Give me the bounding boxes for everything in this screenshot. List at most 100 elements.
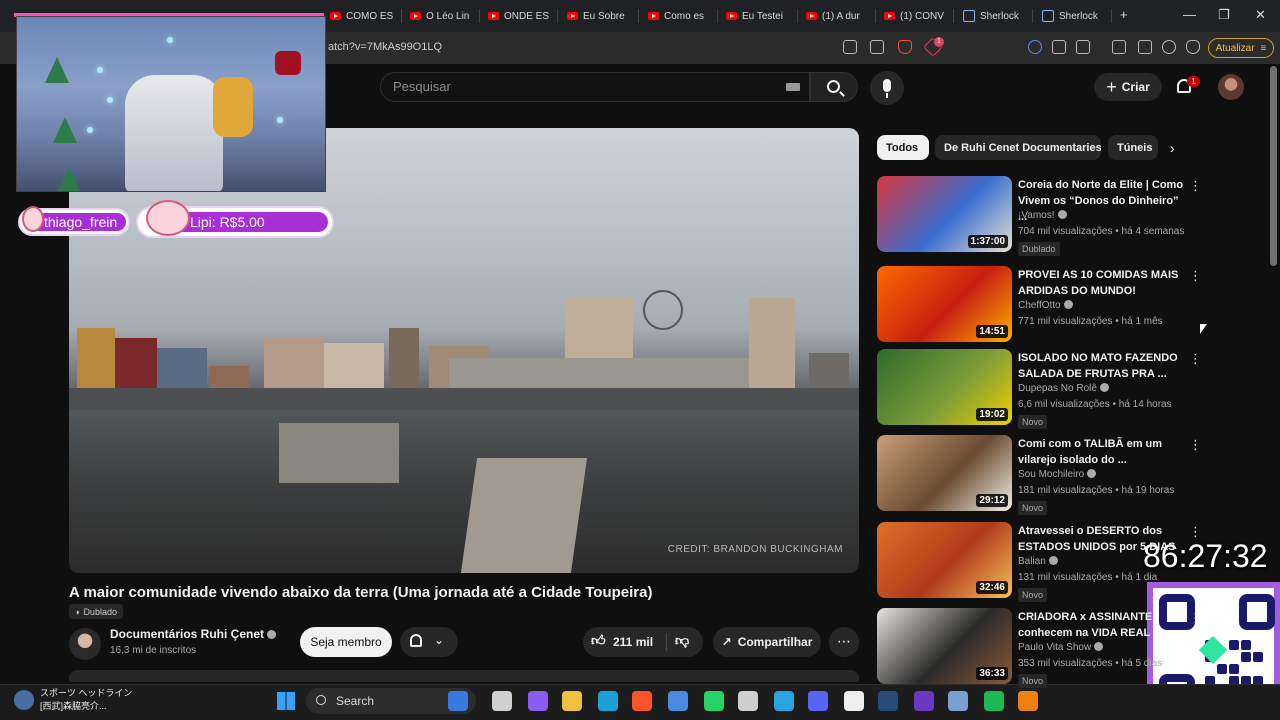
keyboard-icon[interactable] <box>786 83 800 91</box>
create-button[interactable]: + Criar <box>1094 73 1162 101</box>
task-view-icon[interactable] <box>492 691 512 711</box>
more-options-icon[interactable]: ⋮ <box>1189 524 1202 540</box>
video-thumbnail[interactable]: 32:46 <box>877 522 1012 598</box>
news-widget-icon[interactable] <box>14 690 34 710</box>
edge-icon[interactable] <box>598 691 618 711</box>
capcut-icon[interactable] <box>844 691 864 711</box>
recommendation-channel[interactable]: Paulo Vita Show <box>1018 642 1104 653</box>
recommendation-channel[interactable]: Sou Mochileiro <box>1018 469 1097 480</box>
account-avatar[interactable] <box>1218 74 1244 100</box>
recommendation-item[interactable]: 1:37:00 Coreia do Norte da Elite | Como V… <box>877 176 1202 256</box>
brave-icon[interactable] <box>632 691 652 711</box>
search-box[interactable]: Pesquisar <box>380 72 810 102</box>
like-icon[interactable]: 👍︎ <box>591 632 606 649</box>
join-button[interactable]: Seja membro <box>300 627 392 657</box>
video-thumbnail[interactable]: 29:12 <box>877 435 1012 511</box>
browser-tab[interactable]: COMO ES <box>330 6 402 26</box>
browser-tab[interactable]: (1) CONV <box>884 6 954 26</box>
video-player[interactable]: CREDIT: BRANDON BUCKINGHAM <box>69 128 859 573</box>
subscribed-bell-button[interactable]: ⌄ <box>400 627 458 657</box>
video-thumbnail[interactable]: 1:37:00 <box>877 176 1012 252</box>
more-options-icon[interactable]: ⋮ <box>1189 178 1202 194</box>
browser-tab[interactable]: Eu Testei <box>726 6 798 26</box>
share-button[interactable]: ↗ Compartilhar <box>713 627 821 657</box>
recommendation-channel[interactable]: Dupepas No Rolê <box>1018 383 1109 394</box>
recommendation-item[interactable]: 14:51 PROVEI AS 10 COMIDAS MAIS ARDIDAS D… <box>877 266 1202 344</box>
file-explorer-icon[interactable] <box>448 691 468 711</box>
browser-tab[interactable]: (1) A dur <box>806 6 876 26</box>
windows-start-icon[interactable] <box>277 692 295 710</box>
copilot-icon[interactable] <box>528 691 548 711</box>
sidebar-icon[interactable] <box>1112 40 1126 54</box>
url-text[interactable]: atch?v=7MkAs99O1LQ <box>328 41 442 53</box>
leo-ai-icon[interactable] <box>1162 40 1176 54</box>
brave-shields-icon[interactable] <box>898 40 912 54</box>
vlc-icon[interactable] <box>1018 691 1038 711</box>
extensions-icon[interactable] <box>1052 40 1066 54</box>
whatsapp-icon[interactable] <box>704 691 724 711</box>
browser-tab[interactable]: Eu Sobre <box>567 6 639 26</box>
recommendation-title[interactable]: CRIADORA x ASSINANTE: conhecem na VIDA R… <box>1018 609 1188 641</box>
cast-icon[interactable] <box>843 40 857 54</box>
recommendation-channel[interactable]: Balian <box>1018 556 1058 567</box>
recommendation-item[interactable]: 19:02 ISOLADO NO MATO FAZENDO SALADA DE F… <box>877 349 1202 429</box>
recommendation-title[interactable]: Comi com o TALIBÃ em um vilarejo isolado… <box>1018 436 1188 468</box>
description-box[interactable] <box>69 670 859 682</box>
more-options-icon[interactable]: ⋮ <box>1189 351 1202 367</box>
recommendation-title[interactable]: PROVEI AS 10 COMIDAS MAIS ARDIDAS DO MUN… <box>1018 267 1188 299</box>
page-scrollbar[interactable] <box>1270 66 1277 266</box>
video-thumbnail[interactable]: 14:51 <box>877 266 1012 342</box>
recommendation-item[interactable]: 36:33 CRIADORA x ASSINANTE: conhecem na V… <box>877 608 1202 688</box>
chip-all[interactable]: Todos <box>877 135 929 160</box>
translate-icon[interactable] <box>1028 40 1042 54</box>
video-thumbnail[interactable]: 19:02 <box>877 349 1012 425</box>
channel-avatar[interactable] <box>69 628 101 660</box>
screenshot-icon[interactable] <box>1076 40 1090 54</box>
spotify-icon[interactable] <box>984 691 1004 711</box>
more-options-icon[interactable]: ⋮ <box>1189 437 1202 453</box>
channel-name[interactable]: Documentários Ruhi Çenet <box>110 627 277 641</box>
new-tab-button[interactable]: + <box>1120 7 1128 22</box>
like-count[interactable]: 211 mil <box>613 635 653 649</box>
more-options-icon[interactable]: ⋮ <box>1189 610 1202 626</box>
obs-icon[interactable] <box>914 691 934 711</box>
search-button[interactable] <box>810 72 858 102</box>
browser-tab[interactable]: O Léo Lin <box>410 6 480 26</box>
share-page-icon[interactable] <box>870 40 884 54</box>
chatgpt-icon[interactable] <box>738 691 758 711</box>
close-window-button[interactable]: ✕ <box>1255 7 1266 23</box>
telegram-icon[interactable] <box>774 691 794 711</box>
store-icon[interactable] <box>668 691 688 711</box>
steam-icon[interactable] <box>878 691 898 711</box>
chevron-right-icon[interactable]: › <box>1170 140 1175 156</box>
video-thumbnail[interactable]: 36:33 <box>877 608 1012 684</box>
wallet-icon[interactable] <box>1138 40 1152 54</box>
voice-search-button[interactable] <box>870 71 904 105</box>
browser-tab[interactable]: Sherlock <box>1042 6 1112 26</box>
recommendation-title[interactable]: Atravessei o DESERTO dos ESTADOS UNIDOS … <box>1018 523 1188 555</box>
more-actions-button[interactable]: ⋯ <box>829 627 859 657</box>
minimize-button[interactable]: — <box>1183 7 1196 22</box>
recommendation-channel[interactable]: ¡Vamos! <box>1018 210 1067 221</box>
chip-channel[interactable]: De Ruhi Cenet Documentaries <box>935 135 1101 160</box>
search-input[interactable]: Pesquisar <box>393 79 451 94</box>
parking-lot <box>279 423 399 483</box>
vpn-icon[interactable] <box>1186 40 1200 54</box>
browser-tab[interactable]: Como es <box>648 6 718 26</box>
news-widget[interactable]: スポーツ ヘッドライン [西武]森脇亮介... <box>40 687 132 713</box>
recommendation-channel[interactable]: CheffOtto <box>1018 300 1073 311</box>
tree-decoration <box>57 167 81 191</box>
maximize-button[interactable]: ❐ <box>1218 7 1230 23</box>
recommendation-item[interactable]: 32:46 Atravessei o DESERTO dos ESTADOS UN… <box>877 522 1202 602</box>
more-options-icon[interactable]: ⋮ <box>1189 268 1202 284</box>
dislike-icon[interactable]: 👎︎ <box>675 632 689 649</box>
chip-tuneis[interactable]: Túneis <box>1108 135 1158 160</box>
folder-icon[interactable] <box>562 691 582 711</box>
media-icon[interactable] <box>948 691 968 711</box>
discord-icon[interactable] <box>808 691 828 711</box>
browser-tab[interactable]: ONDE ES <box>488 6 558 26</box>
update-button[interactable]: Atualizar ≡ <box>1208 38 1274 58</box>
recommendation-item[interactable]: 29:12 Comi com o TALIBÃ em um vilarejo is… <box>877 435 1202 515</box>
browser-tab[interactable]: Sherlock <box>963 6 1033 26</box>
recommendation-title[interactable]: ISOLADO NO MATO FAZENDO SALADA DE FRUTAS… <box>1018 350 1188 382</box>
